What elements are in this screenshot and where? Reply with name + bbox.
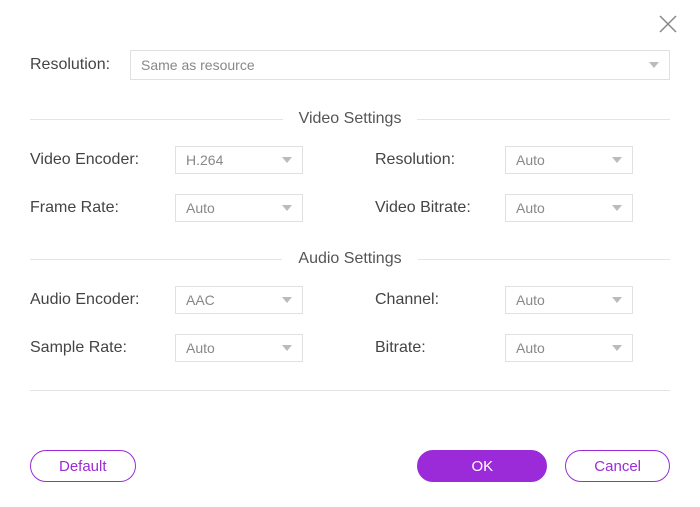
audio-bitrate-label: Bitrate: xyxy=(375,339,505,357)
channel-select[interactable]: Auto xyxy=(505,286,633,314)
chevron-down-icon xyxy=(612,205,622,211)
video-resolution-select[interactable]: Auto xyxy=(505,146,633,174)
video-encoder-label: Video Encoder: xyxy=(30,151,175,169)
divider-line xyxy=(30,119,283,120)
chevron-down-icon xyxy=(282,297,292,303)
divider-line xyxy=(418,259,670,260)
top-resolution-row: Resolution: Same as resource xyxy=(30,50,670,80)
close-icon xyxy=(658,14,678,34)
chevron-down-icon xyxy=(282,205,292,211)
video-section-header: Video Settings xyxy=(30,110,670,128)
cancel-button[interactable]: Cancel xyxy=(565,450,670,482)
audio-bitrate-select[interactable]: Auto xyxy=(505,334,633,362)
chevron-down-icon xyxy=(612,297,622,303)
audio-encoder-select[interactable]: AAC xyxy=(175,286,303,314)
audio-settings-grid: Audio Encoder: AAC Channel: Auto Sample … xyxy=(30,286,670,362)
audio-encoder-value: AAC xyxy=(186,292,215,308)
audio-section-title: Audio Settings xyxy=(282,250,417,268)
audio-bitrate-value: Auto xyxy=(516,340,545,356)
chevron-down-icon xyxy=(612,345,622,351)
divider-line xyxy=(417,119,670,120)
ok-button-label: OK xyxy=(471,458,493,475)
resolution-main-value: Same as resource xyxy=(141,57,255,73)
chevron-down-icon xyxy=(649,62,659,68)
video-section-title: Video Settings xyxy=(283,110,418,128)
default-button[interactable]: Default xyxy=(30,450,136,482)
frame-rate-label: Frame Rate: xyxy=(30,199,175,217)
video-bitrate-value: Auto xyxy=(516,200,545,216)
frame-rate-value: Auto xyxy=(186,200,215,216)
sample-rate-select[interactable]: Auto xyxy=(175,334,303,362)
resolution-main-select[interactable]: Same as resource xyxy=(130,50,670,80)
sample-rate-value: Auto xyxy=(186,340,215,356)
bottom-divider xyxy=(30,390,670,391)
resolution-main-label: Resolution: xyxy=(30,56,130,74)
sample-rate-label: Sample Rate: xyxy=(30,339,175,357)
channel-label: Channel: xyxy=(375,291,505,309)
video-resolution-value: Auto xyxy=(516,152,545,168)
cancel-button-label: Cancel xyxy=(594,458,641,475)
default-button-label: Default xyxy=(59,458,107,475)
video-encoder-value: H.264 xyxy=(186,152,223,168)
video-encoder-select[interactable]: H.264 xyxy=(175,146,303,174)
video-settings-grid: Video Encoder: H.264 Resolution: Auto Fr… xyxy=(30,146,670,222)
video-bitrate-select[interactable]: Auto xyxy=(505,194,633,222)
frame-rate-select[interactable]: Auto xyxy=(175,194,303,222)
audio-encoder-label: Audio Encoder: xyxy=(30,291,175,309)
audio-section-header: Audio Settings xyxy=(30,250,670,268)
video-bitrate-label: Video Bitrate: xyxy=(375,199,505,217)
ok-button[interactable]: OK xyxy=(417,450,547,482)
chevron-down-icon xyxy=(282,157,292,163)
chevron-down-icon xyxy=(612,157,622,163)
chevron-down-icon xyxy=(282,345,292,351)
divider-line xyxy=(30,259,282,260)
button-row: Default OK Cancel xyxy=(30,450,670,482)
video-resolution-label: Resolution: xyxy=(375,151,505,169)
close-button[interactable] xyxy=(656,12,680,36)
channel-value: Auto xyxy=(516,292,545,308)
